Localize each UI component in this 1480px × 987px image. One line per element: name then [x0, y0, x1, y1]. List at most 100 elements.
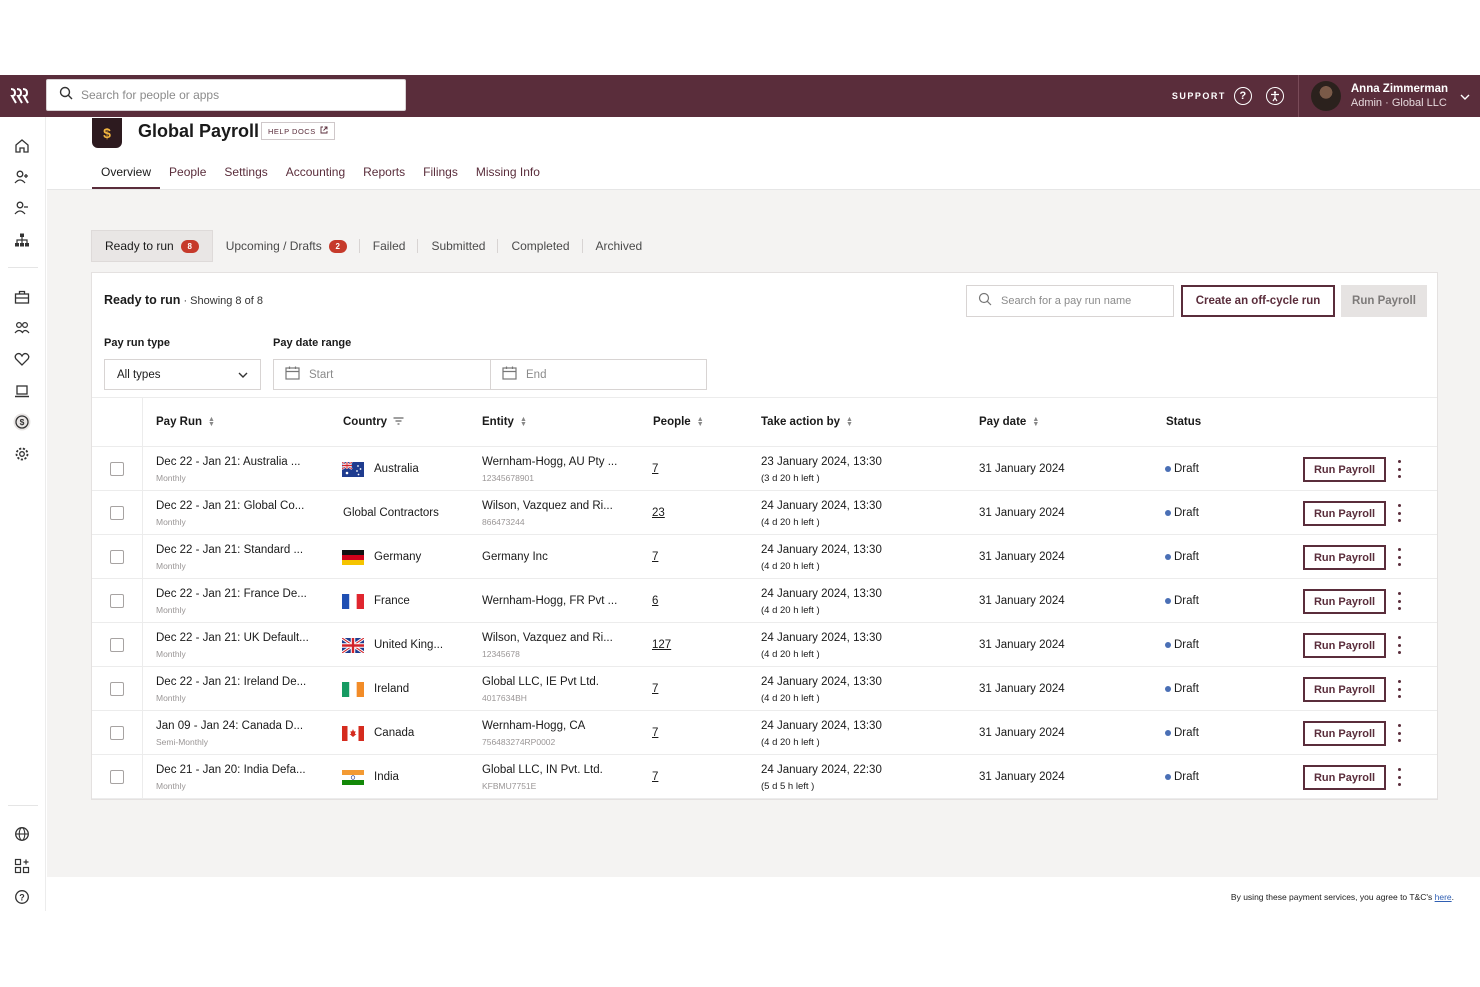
column-entity[interactable]: Entity ▲ ▼	[482, 416, 527, 428]
people-count-link[interactable]: 7	[652, 771, 658, 783]
accessibility-icon[interactable]	[1265, 87, 1284, 105]
laptop-icon[interactable]	[13, 382, 31, 400]
column-people[interactable]: People ▲ ▼	[653, 416, 704, 428]
tab-filings[interactable]: Filings	[414, 165, 467, 189]
people-count-link[interactable]: 7	[652, 463, 658, 475]
row-checkbox[interactable]	[110, 506, 124, 520]
status-tab-completed[interactable]: Completed	[498, 230, 583, 262]
column-pay-run[interactable]: Pay Run ▲ ▼	[156, 416, 215, 428]
entity-name: Global LLC, IN Pvt. Ltd.	[482, 764, 603, 776]
table-row[interactable]: Dec 22 - Jan 21: France De... Monthly Fran…	[92, 579, 1437, 623]
end-date-input[interactable]: End	[490, 359, 707, 390]
people-count-link[interactable]: 23	[652, 507, 665, 519]
table-row[interactable]: Dec 22 - Jan 21: Ireland De... Monthly Ire…	[92, 667, 1437, 711]
status-tab-archived[interactable]: Archived	[583, 230, 656, 262]
help-circle-icon[interactable]: ?	[13, 888, 31, 906]
user-avatar[interactable]	[1310, 81, 1341, 111]
settings-gear-icon[interactable]	[13, 445, 31, 463]
more-options-icon[interactable]	[1394, 460, 1404, 478]
row-checkbox[interactable]	[110, 462, 124, 476]
user-menu[interactable]: Anna Zimmerman Admin · Global LLC	[1351, 83, 1448, 109]
row-run-payroll-button[interactable]: Run Payroll	[1303, 589, 1386, 614]
status-tab-ready-to-run[interactable]: Ready to run 8	[91, 230, 213, 262]
tab-accounting[interactable]: Accounting	[277, 165, 354, 189]
add-person-icon[interactable]	[13, 168, 31, 186]
pay-run-name[interactable]: Dec 22 - Jan 21: Standard ...	[156, 544, 303, 556]
row-run-payroll-button[interactable]: Run Payroll	[1303, 677, 1386, 702]
row-run-payroll-button[interactable]: Run Payroll	[1303, 545, 1386, 570]
more-options-icon[interactable]	[1394, 768, 1404, 786]
pay-run-name[interactable]: Dec 22 - Jan 21: Australia ...	[156, 456, 300, 468]
row-run-payroll-button[interactable]: Run Payroll	[1303, 501, 1386, 526]
more-options-icon[interactable]	[1394, 724, 1404, 742]
status-tab-failed[interactable]: Failed	[360, 230, 419, 262]
more-options-icon[interactable]	[1394, 680, 1404, 698]
more-options-icon[interactable]	[1394, 548, 1404, 566]
people-count-link[interactable]: 7	[652, 683, 658, 695]
global-search-input[interactable]	[81, 88, 381, 102]
help-docs-link[interactable]: HELP DOCS	[261, 122, 335, 140]
table-row[interactable]: Dec 22 - Jan 21: UK Default... Monthly Uni…	[92, 623, 1437, 667]
pay-run-search-input[interactable]	[1001, 295, 1161, 307]
table-row[interactable]: Dec 22 - Jan 21: Australia ... Monthly Aus…	[92, 447, 1437, 491]
pay-run-type-select[interactable]: All types	[104, 359, 261, 390]
home-icon[interactable]	[13, 137, 31, 155]
pay-run-name[interactable]: Dec 22 - Jan 21: UK Default...	[156, 632, 309, 644]
pay-run-name[interactable]: Dec 22 - Jan 21: Ireland De...	[156, 676, 306, 688]
pay-run-name[interactable]: Dec 22 - Jan 21: Global Co...	[156, 500, 304, 512]
row-run-payroll-button[interactable]: Run Payroll	[1303, 457, 1386, 482]
row-run-payroll-button[interactable]: Run Payroll	[1303, 765, 1386, 790]
table-row[interactable]: Dec 22 - Jan 21: Global Co... Monthly Glob…	[92, 491, 1437, 535]
row-checkbox[interactable]	[110, 550, 124, 564]
payroll-dollar-icon[interactable]: $	[13, 413, 31, 431]
status-tab-submitted[interactable]: Submitted	[418, 230, 499, 262]
status-tab-upcoming-drafts[interactable]: Upcoming / Drafts 2	[213, 230, 360, 262]
row-checkbox[interactable]	[110, 682, 124, 696]
global-search[interactable]	[46, 79, 406, 111]
chevron-down-icon[interactable]	[1460, 89, 1470, 103]
terms-link[interactable]: here	[1435, 892, 1452, 902]
people-count-link[interactable]: 127	[652, 639, 671, 651]
org-chart-icon[interactable]	[13, 231, 31, 249]
table-row[interactable]: Dec 22 - Jan 21: Standard ... Monthly Germ…	[92, 535, 1437, 579]
row-run-payroll-button[interactable]: Run Payroll	[1303, 633, 1386, 658]
start-date-input[interactable]: Start	[273, 359, 491, 390]
globe-icon[interactable]	[13, 825, 31, 843]
rippling-logo-icon[interactable]	[9, 85, 31, 107]
run-payroll-button[interactable]: Run Payroll	[1341, 285, 1427, 317]
support-link[interactable]: SUPPORT	[1172, 91, 1226, 101]
column-country[interactable]: Country	[343, 416, 404, 428]
pay-run-name[interactable]: Dec 21 - Jan 20: India Defa...	[156, 764, 306, 776]
column-pay-date[interactable]: Pay date ▲ ▼	[979, 416, 1039, 428]
people-count-link[interactable]: 7	[652, 727, 658, 739]
pay-run-name[interactable]: Dec 22 - Jan 21: France De...	[156, 588, 307, 600]
briefcase-icon[interactable]	[13, 288, 31, 306]
pay-run-search[interactable]	[966, 285, 1174, 317]
table-row[interactable]: Dec 21 - Jan 20: India Defa... Monthly Ind…	[92, 755, 1437, 799]
table-row[interactable]: Jan 09 - Jan 24: Canada D... Semi-Monthly…	[92, 711, 1437, 755]
heart-icon[interactable]	[13, 350, 31, 368]
add-apps-icon[interactable]	[13, 857, 31, 875]
row-checkbox[interactable]	[110, 594, 124, 608]
tab-settings[interactable]: Settings	[215, 165, 276, 189]
people-count-link[interactable]: 6	[652, 595, 658, 607]
tab-reports[interactable]: Reports	[354, 165, 414, 189]
column-take-action-by[interactable]: Take action by ▲ ▼	[761, 416, 853, 428]
tab-people[interactable]: People	[160, 165, 215, 189]
team-icon[interactable]	[13, 319, 31, 337]
create-off-cycle-run-button[interactable]: Create an off-cycle run	[1181, 285, 1335, 317]
more-options-icon[interactable]	[1394, 636, 1404, 654]
take-action-date: 24 January 2024, 13:30	[761, 676, 882, 688]
more-options-icon[interactable]	[1394, 504, 1404, 522]
row-checkbox[interactable]	[110, 638, 124, 652]
row-run-payroll-button[interactable]: Run Payroll	[1303, 721, 1386, 746]
more-options-icon[interactable]	[1394, 592, 1404, 610]
tab-overview[interactable]: Overview	[92, 165, 161, 189]
help-icon[interactable]: ?	[1233, 87, 1252, 105]
remove-person-icon[interactable]	[13, 199, 31, 217]
tab-missing-info[interactable]: Missing Info	[467, 165, 549, 189]
people-count-link[interactable]: 7	[652, 551, 658, 563]
row-checkbox[interactable]	[110, 770, 124, 784]
pay-run-name[interactable]: Jan 09 - Jan 24: Canada D...	[156, 720, 303, 732]
row-checkbox[interactable]	[110, 726, 124, 740]
